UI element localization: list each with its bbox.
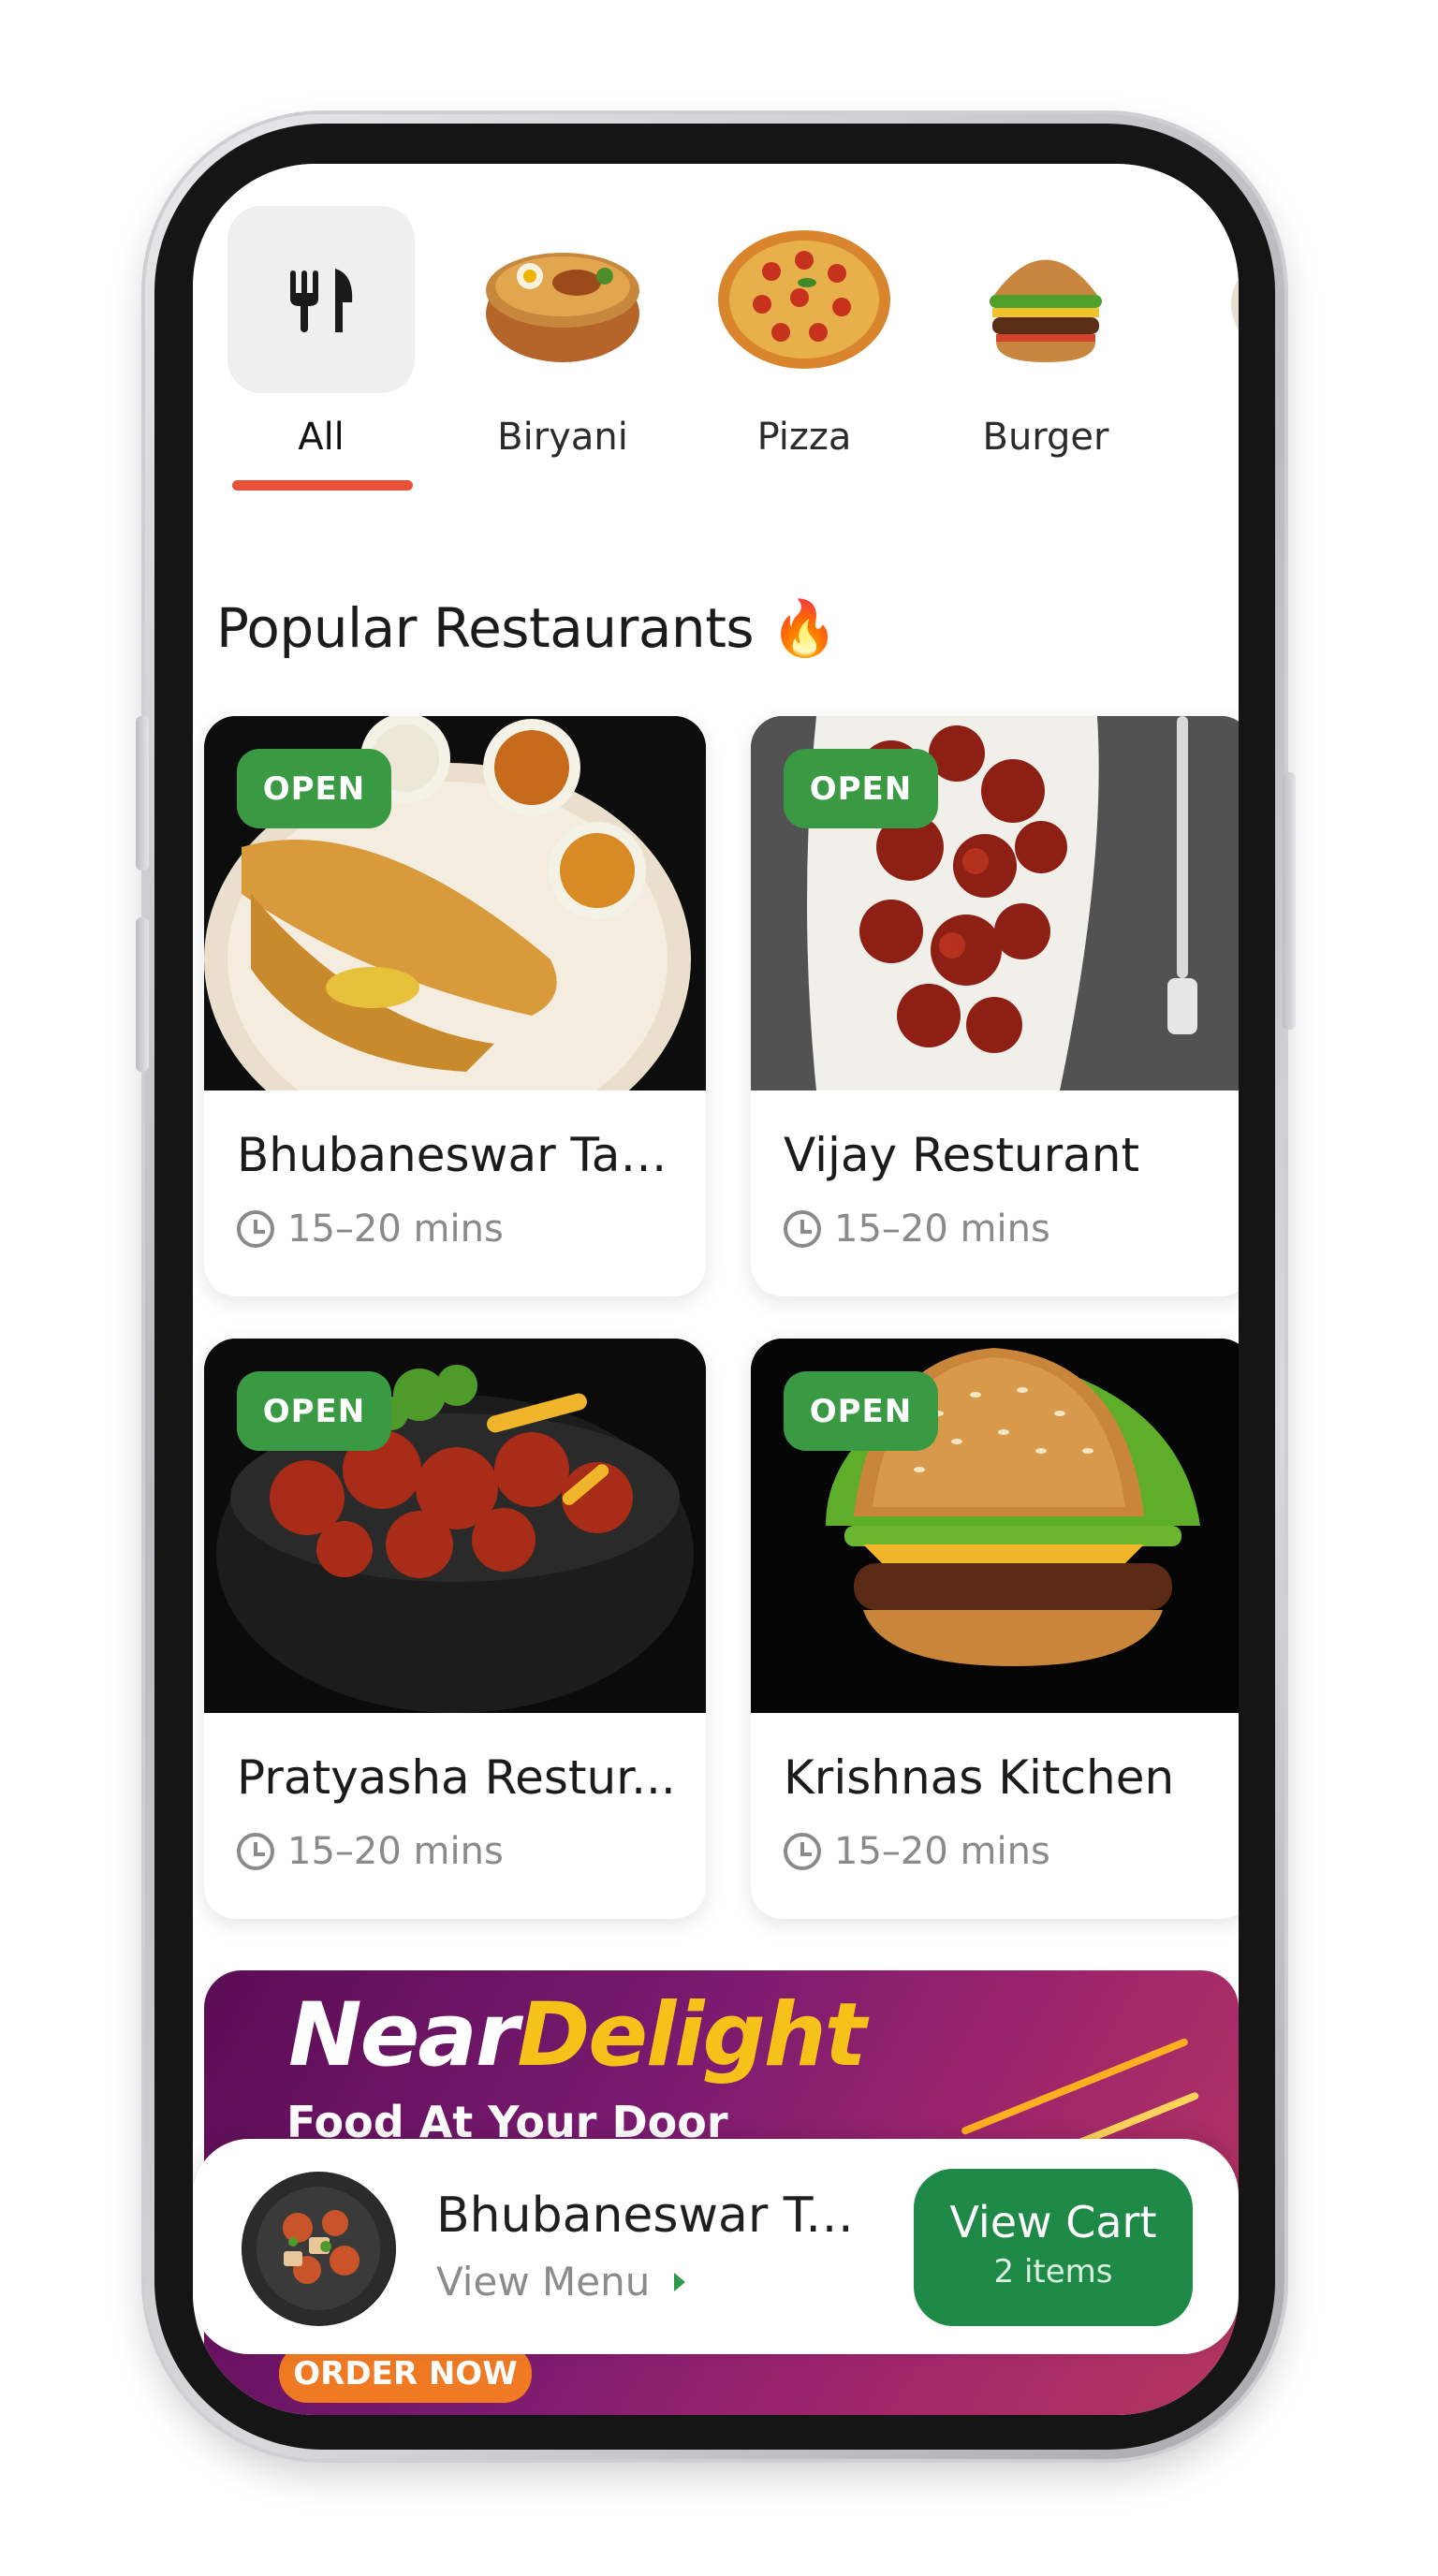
section-title-text: Popular Restaurants [216,596,755,660]
cart-item-count: 2 items [993,2253,1113,2291]
category-more[interactable]: N [1189,206,1239,459]
restaurant-name: Bhubaneswar Tas... [237,1128,686,1182]
clock-icon [784,1210,821,1248]
burger-image [952,206,1139,393]
delivery-time-text: 15–20 mins [834,1208,1050,1251]
category-label: N [1189,416,1239,459]
delivery-time-text: 15–20 mins [287,1208,504,1251]
view-menu-label: View Menu [436,2259,651,2305]
category-label: Biryani [497,416,628,459]
restaurant-card[interactable]: OPEN Bhubaneswar Tas... 15–20 mins [204,716,706,1296]
restaurant-card[interactable]: OPEN Vijay Resturant 15–20 mins [751,716,1239,1296]
restaurant-card[interactable]: OPEN Krishnas Kitchen 15–20 mins [751,1339,1239,1919]
fire-icon: 🔥 [770,596,838,660]
clock-icon [237,1210,274,1248]
category-biryani[interactable]: Biryani [464,206,661,459]
delivery-time: 15–20 mins [237,1830,504,1873]
chilli-chicken-image: OPEN [751,716,1239,1090]
burger-image: OPEN [751,1339,1239,1713]
cart-bar: Bhubaneswar Ta... View Menu View Cart 2 … [193,2139,1239,2354]
open-status-badge: OPEN [784,749,938,828]
chicken-bowl-image: OPEN [204,1339,706,1713]
view-cart-label: View Cart [949,2197,1157,2247]
banner-streak [960,2037,1190,2136]
open-status-badge: OPEN [784,1371,938,1451]
delivery-time-text: 15–20 mins [834,1830,1050,1873]
power-button [1283,772,1296,1030]
category-row: All Biryani Pizza Burger [193,164,1239,538]
biryani-image [469,206,656,393]
pizza-image [711,206,898,393]
restaurant-name: Krishnas Kitchen [784,1750,1175,1805]
category-label: Burger [982,416,1109,459]
noodles-image [1194,206,1239,393]
restaurant-thumbnail [242,2172,396,2326]
restaurant-name: Pratyasha Restur... [237,1750,676,1805]
logo-near: Near [288,1984,519,2086]
logo-delight: Delight [517,1984,866,2086]
delivery-time: 15–20 mins [784,1830,1050,1873]
delivery-time: 15–20 mins [237,1208,504,1251]
category-label: All [298,416,345,459]
caret-right-icon [674,2272,686,2291]
neardelight-logo: NearDelight [288,1984,867,2086]
delivery-time-text: 15–20 mins [287,1830,504,1873]
app-screen: All Biryani Pizza Burger Popular Restaur… [193,164,1239,2415]
restaurant-card[interactable]: OPEN Pratyasha Restur... 15–20 mins [204,1339,706,1919]
clock-icon [784,1833,821,1870]
category-burger[interactable]: Burger [947,206,1144,459]
clock-icon [237,1833,274,1870]
section-title: Popular Restaurants 🔥 [216,596,838,661]
category-active-indicator [232,480,413,490]
open-status-badge: OPEN [237,1371,391,1451]
screen-content: All Biryani Pizza Burger Popular Restaur… [193,164,1239,2415]
category-pizza[interactable]: Pizza [706,206,902,459]
dosa-image: OPEN [204,716,706,1090]
view-cart-button[interactable]: View Cart 2 items [914,2169,1193,2326]
category-label: Pizza [756,416,852,459]
restaurant-name: Vijay Resturant [784,1128,1140,1182]
open-status-badge: OPEN [237,749,391,828]
volume-down-button [136,917,149,1072]
volume-up-button [136,716,149,871]
delivery-time: 15–20 mins [784,1208,1050,1251]
fork-knife-icon [227,206,415,393]
category-all[interactable]: All [223,206,419,459]
cart-restaurant-name: Bhubaneswar Ta... [436,2188,867,2244]
view-menu-link[interactable]: View Menu [436,2259,686,2305]
